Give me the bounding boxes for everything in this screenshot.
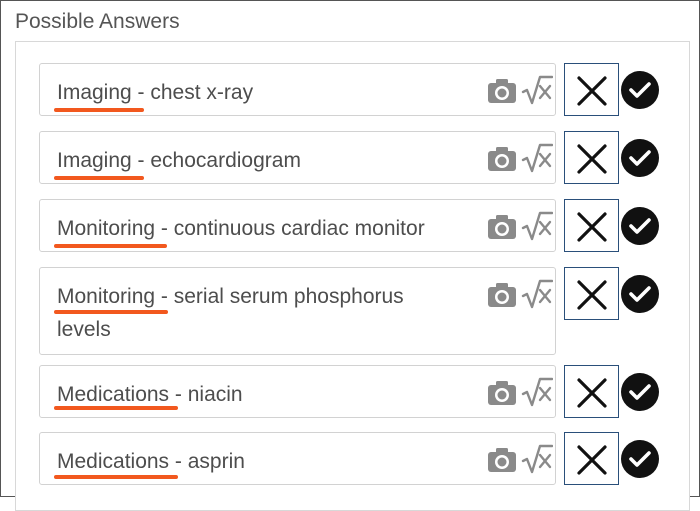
answer-text: Imaging - chest x-ray bbox=[57, 76, 467, 109]
camera-icon[interactable] bbox=[487, 380, 517, 406]
category-underline bbox=[54, 406, 178, 410]
camera-icon[interactable] bbox=[487, 447, 517, 473]
answer-field[interactable]: Imaging - chest x-ray bbox=[39, 63, 556, 116]
checkmark-icon bbox=[629, 384, 651, 400]
mark-correct-button[interactable] bbox=[621, 373, 659, 411]
checkmark-icon bbox=[629, 451, 651, 467]
remove-answer-button[interactable] bbox=[564, 432, 619, 485]
remove-answer-button[interactable] bbox=[564, 199, 619, 252]
category-underline bbox=[54, 475, 178, 479]
close-icon bbox=[577, 212, 607, 242]
answer-text: Medications - asprin bbox=[57, 445, 467, 478]
square-root-x-icon[interactable] bbox=[521, 211, 553, 241]
answer-category: Medications bbox=[57, 450, 170, 473]
answer-field[interactable]: Monitoring - serial serum phosphorus leve… bbox=[39, 267, 556, 355]
answer-category: Monitoring bbox=[57, 217, 156, 240]
square-root-x-icon[interactable] bbox=[521, 143, 553, 173]
remove-answer-button[interactable] bbox=[564, 365, 619, 418]
close-icon bbox=[577, 280, 607, 310]
checkmark-icon bbox=[629, 286, 651, 302]
checkmark-icon bbox=[629, 218, 651, 234]
answer-text: Imaging - echocardiogram bbox=[57, 144, 467, 177]
answer-detail: - serial serum phosphorus bbox=[155, 285, 404, 308]
remove-answer-button[interactable] bbox=[564, 63, 619, 116]
answer-category: Monitoring bbox=[57, 285, 156, 308]
camera-icon[interactable] bbox=[487, 282, 517, 308]
square-root-x-icon[interactable] bbox=[521, 279, 553, 309]
answer-detail: - asprin bbox=[169, 450, 245, 473]
remove-answer-button[interactable] bbox=[564, 131, 619, 184]
checkmark-icon bbox=[629, 82, 651, 98]
square-root-x-icon[interactable] bbox=[521, 444, 553, 474]
mark-correct-button[interactable] bbox=[621, 71, 659, 109]
remove-answer-button[interactable] bbox=[564, 267, 619, 320]
square-root-x-icon[interactable] bbox=[521, 377, 553, 407]
answer-category: Imaging bbox=[57, 149, 132, 172]
answer-detail: - continuous cardiac monitor bbox=[155, 217, 425, 240]
close-icon bbox=[577, 445, 607, 475]
close-icon bbox=[577, 378, 607, 408]
category-underline bbox=[54, 176, 144, 180]
camera-icon[interactable] bbox=[487, 146, 517, 172]
category-underline bbox=[54, 310, 168, 314]
category-underline bbox=[54, 108, 144, 112]
close-icon bbox=[577, 144, 607, 174]
answer-field[interactable]: Imaging - echocardiogram bbox=[39, 131, 556, 184]
camera-icon[interactable] bbox=[487, 78, 517, 104]
answer-detail: - chest x-ray bbox=[131, 81, 254, 104]
mark-correct-button[interactable] bbox=[621, 139, 659, 177]
checkmark-icon bbox=[629, 150, 651, 166]
answer-detail: - echocardiogram bbox=[131, 149, 301, 172]
square-root-x-icon[interactable] bbox=[521, 75, 553, 105]
answer-detail-continued: levels bbox=[57, 318, 111, 341]
section-title: Possible Answers bbox=[15, 10, 180, 33]
answer-detail: - niacin bbox=[169, 383, 243, 406]
mark-correct-button[interactable] bbox=[621, 207, 659, 245]
answer-field[interactable]: Medications - asprin bbox=[39, 432, 556, 485]
close-icon bbox=[577, 76, 607, 106]
answer-field[interactable]: Monitoring - continuous cardiac monitor bbox=[39, 199, 556, 252]
answer-text: Monitoring - continuous cardiac monitor bbox=[57, 212, 467, 245]
answer-category: Medications bbox=[57, 383, 170, 406]
camera-icon[interactable] bbox=[487, 214, 517, 240]
answer-category: Imaging bbox=[57, 81, 132, 104]
mark-correct-button[interactable] bbox=[621, 275, 659, 313]
possible-answers-section: Possible Answers Imaging - chest x-ray I… bbox=[0, 0, 700, 511]
answer-field[interactable]: Medications - niacin bbox=[39, 365, 556, 418]
category-underline bbox=[54, 244, 167, 248]
mark-correct-button[interactable] bbox=[621, 440, 659, 478]
